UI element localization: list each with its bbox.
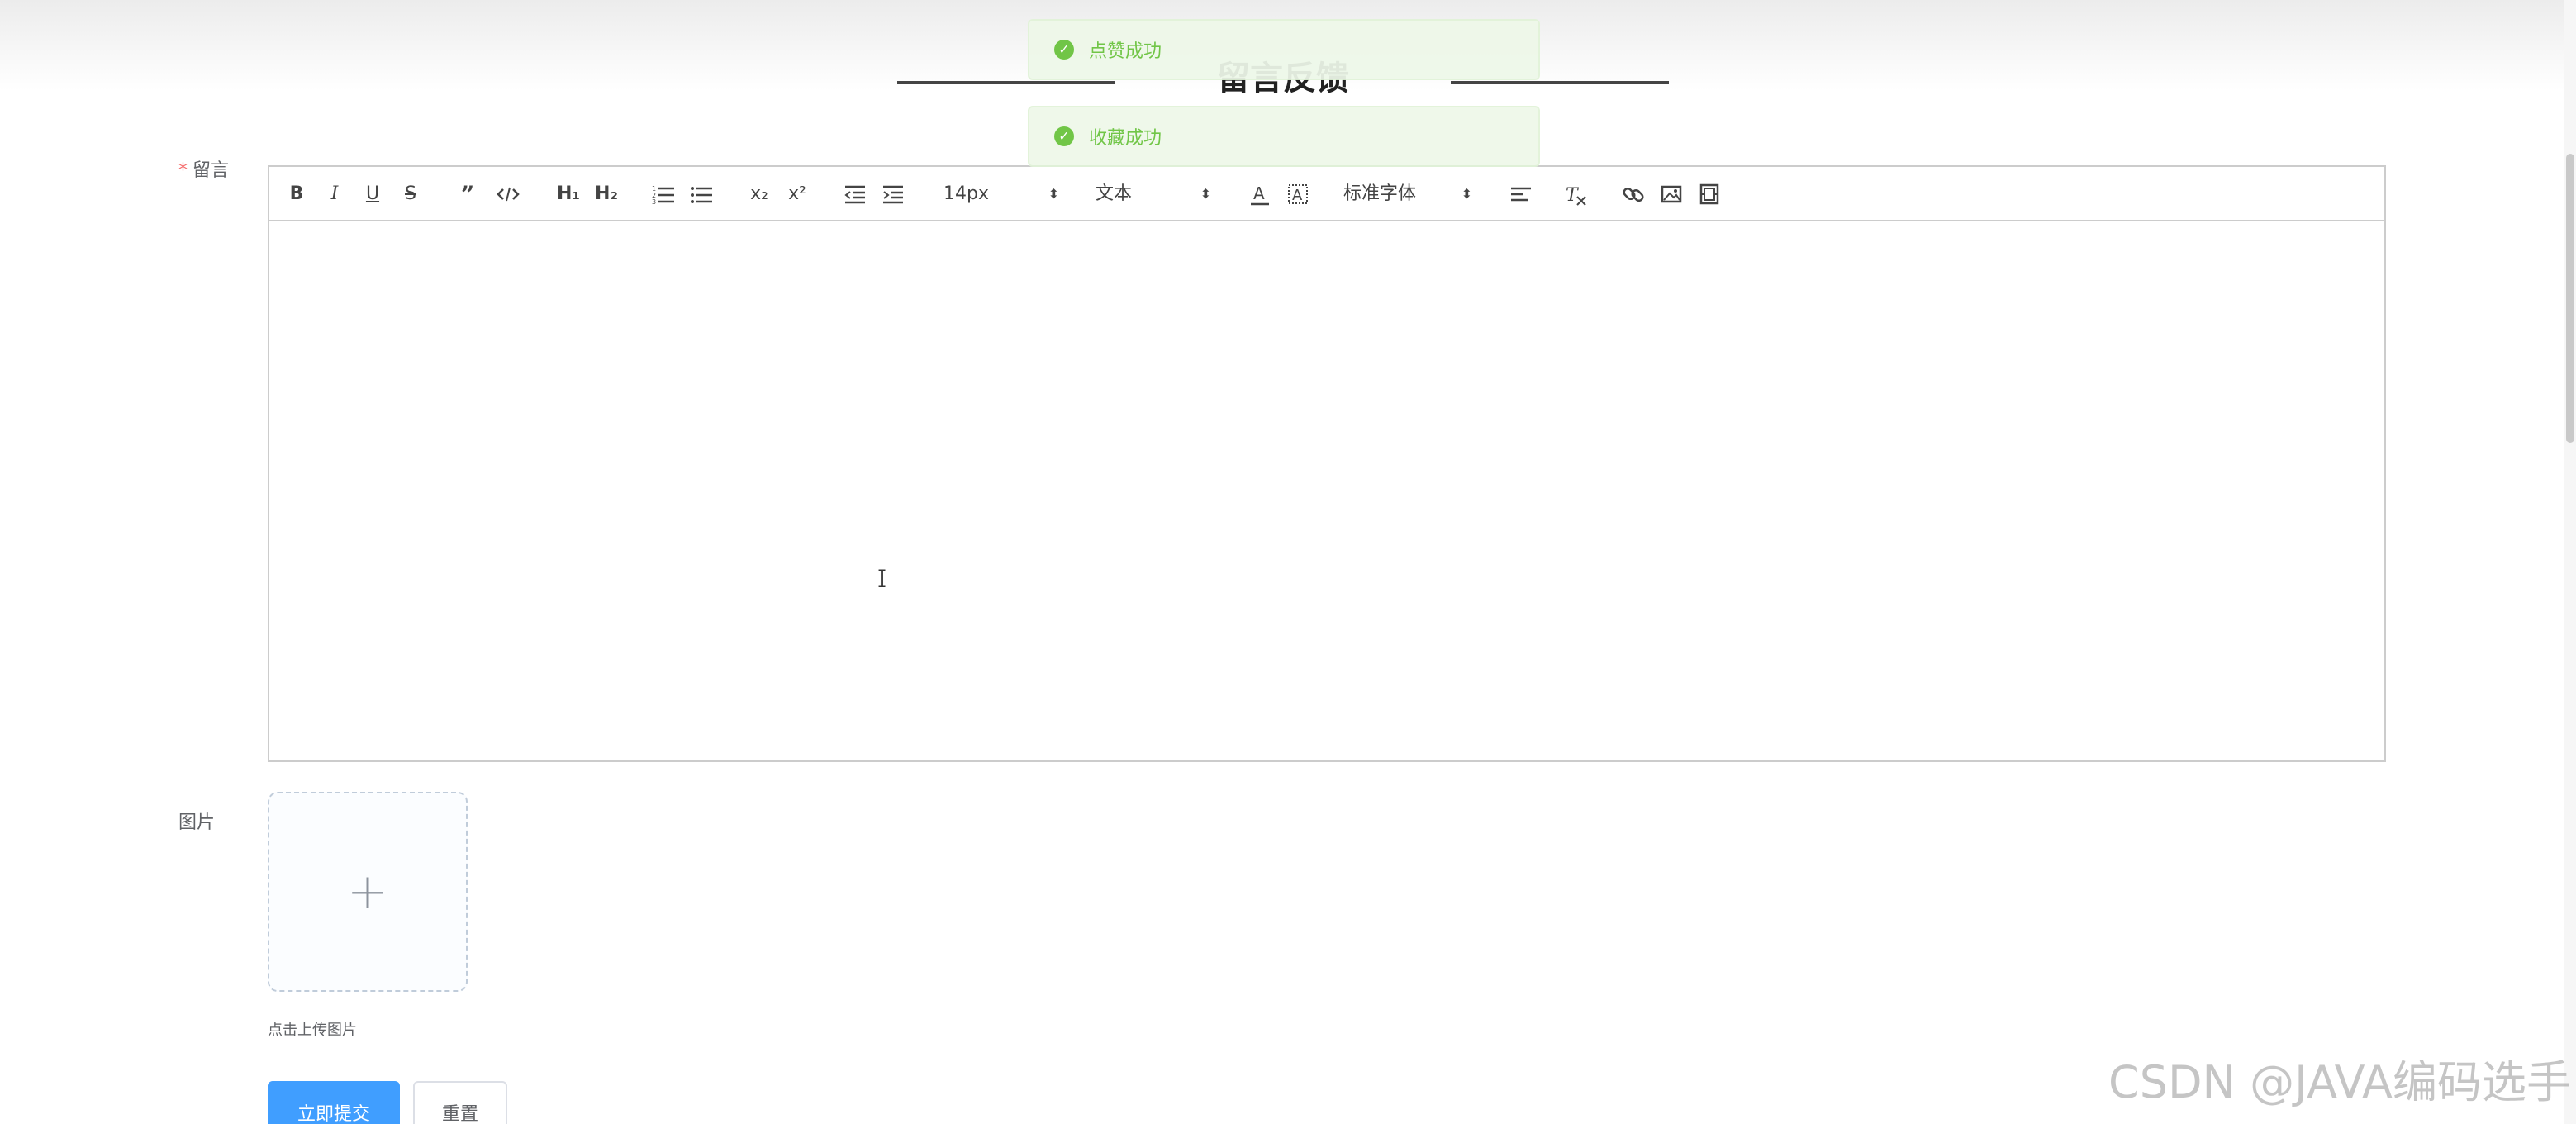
select-arrows-icon: ⬍	[1048, 186, 1059, 202]
indent-icon[interactable]	[881, 182, 905, 207]
blockquote-icon[interactable]: ”	[458, 182, 482, 207]
strike-button[interactable]: S	[398, 182, 423, 207]
code-block-icon[interactable]	[496, 182, 520, 207]
outdent-icon[interactable]	[843, 182, 867, 207]
align-icon[interactable]	[1509, 182, 1533, 207]
editor-content-area[interactable]	[269, 221, 2384, 760]
rich-text-editor: B I U S ” H₁ H₂ 123 x₂ x² 14px ⬍ 文本 ⬍ A …	[268, 165, 2386, 762]
svg-text:T: T	[1566, 185, 1580, 206]
svg-text:A: A	[1253, 183, 1265, 203]
svg-text:A: A	[1292, 187, 1303, 204]
reset-button[interactable]: 重置	[413, 1081, 507, 1124]
title-line-right	[1451, 81, 1669, 84]
image-label: 图片	[178, 812, 216, 833]
upload-tip: 点击上传图片	[268, 1022, 357, 1039]
toast-text: 点赞成功	[1089, 41, 1162, 62]
toast-like-success: ✓ 点赞成功	[1028, 19, 1540, 80]
check-circle-icon: ✓	[1054, 40, 1074, 60]
scrollbar-track[interactable]	[2564, 0, 2576, 1124]
underline-button[interactable]: U	[360, 182, 385, 207]
subscript-button[interactable]: x₂	[745, 182, 773, 207]
image-upload-box[interactable]: +	[268, 792, 468, 992]
h2-button[interactable]: H₂	[592, 182, 621, 207]
svg-text:3: 3	[652, 198, 656, 206]
superscript-button[interactable]: x²	[783, 182, 811, 207]
bold-button[interactable]: B	[284, 182, 309, 207]
clear-format-icon[interactable]: T	[1563, 182, 1588, 207]
toast-text: 收藏成功	[1089, 128, 1162, 149]
submit-button[interactable]: 立即提交	[268, 1081, 400, 1124]
watermark: CSDN @JAVA编码选手	[2108, 1056, 2571, 1108]
ordered-list-icon[interactable]: 123	[651, 182, 676, 207]
link-icon[interactable]	[1621, 182, 1646, 207]
background-color-icon[interactable]: A	[1286, 182, 1310, 207]
image-icon[interactable]	[1659, 182, 1684, 207]
header-select[interactable]: 文本 ⬍	[1096, 182, 1211, 207]
plus-icon: +	[346, 863, 389, 921]
page: 留言反馈 *留言 B I U S ” H₁ H₂ 123 x₂	[0, 0, 2576, 1124]
svg-text:”: ”	[461, 182, 474, 207]
scrollbar-thumb[interactable]	[2566, 154, 2574, 443]
font-family-value: 标准字体	[1343, 183, 1417, 204]
header-select-value: 文本	[1096, 183, 1133, 204]
text-cursor-icon: I	[877, 565, 887, 593]
video-icon[interactable]	[1697, 182, 1722, 207]
select-arrows-icon: ⬍	[1200, 186, 1211, 202]
font-family-select[interactable]: 标准字体 ⬍	[1343, 182, 1472, 207]
check-circle-icon: ✓	[1054, 126, 1074, 146]
h1-button[interactable]: H₁	[554, 182, 583, 207]
italic-button[interactable]: I	[322, 182, 347, 207]
toast-favorite-success: ✓ 收藏成功	[1028, 106, 1540, 167]
required-mark: *	[178, 160, 188, 181]
select-arrows-icon: ⬍	[1461, 186, 1472, 202]
font-size-value: 14px	[943, 183, 989, 204]
bullet-list-icon[interactable]	[689, 182, 714, 207]
title-line-left	[897, 81, 1115, 84]
message-label-text: 留言	[192, 160, 230, 181]
message-label: * 留言	[178, 155, 229, 182]
editor-toolbar: B I U S ” H₁ H₂ 123 x₂ x² 14px ⬍ 文本 ⬍ A …	[269, 167, 2384, 221]
font-color-icon[interactable]: A	[1248, 182, 1272, 207]
font-size-select[interactable]: 14px ⬍	[943, 182, 1059, 207]
